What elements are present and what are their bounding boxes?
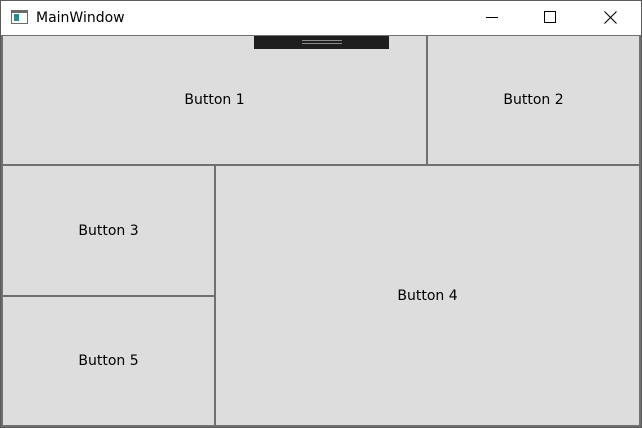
close-button[interactable]: [587, 1, 633, 33]
close-icon: [603, 10, 617, 24]
button-3[interactable]: Button 3: [1, 164, 216, 297]
button-1[interactable]: Button 1: [1, 35, 428, 166]
main-window: MainWindow Button 1 Button 2 Button 3 Bu…: [0, 0, 642, 428]
application-icon[interactable]: [11, 10, 28, 24]
grip-handle-icon[interactable]: [302, 40, 342, 44]
button-2-label: Button 2: [503, 92, 564, 108]
button-5[interactable]: Button 5: [1, 295, 216, 427]
button-4-label: Button 4: [397, 287, 458, 304]
minimize-icon: [486, 17, 498, 18]
button-1-label: Button 1: [184, 92, 245, 108]
title-bar[interactable]: MainWindow: [1, 1, 641, 35]
maximize-icon: [544, 11, 556, 23]
button-2[interactable]: Button 2: [426, 35, 641, 166]
button-3-label: Button 3: [78, 222, 139, 239]
maximize-button[interactable]: [527, 1, 573, 33]
button-4[interactable]: Button 4: [214, 164, 641, 427]
client-area: Button 1 Button 2 Button 3 Button 5 Butt…: [1, 35, 641, 427]
minimize-button[interactable]: [469, 1, 515, 33]
window-title: MainWindow: [36, 10, 125, 26]
debug-toolbar-strip[interactable]: [254, 36, 389, 49]
button-5-label: Button 5: [78, 353, 139, 369]
